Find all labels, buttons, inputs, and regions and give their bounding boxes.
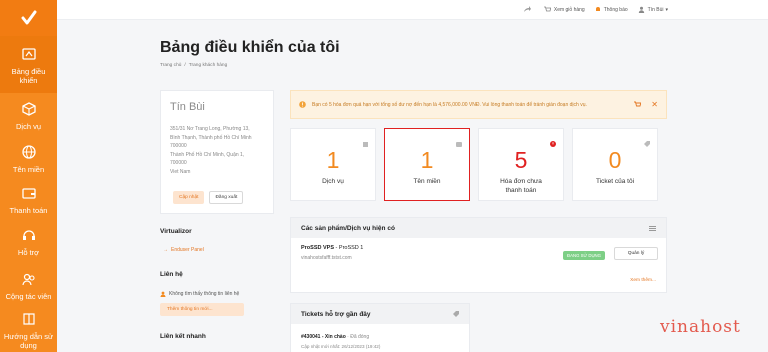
stat-tickets[interactable]: 0 Ticket của tôi — [572, 128, 658, 201]
alert-message: Bạn có 5 hóa đơn quá hạn với tổng số dư … — [312, 101, 587, 108]
cube-icon — [363, 134, 368, 152]
sidebar-item-domains[interactable]: Tên miền — [0, 137, 57, 178]
stat-domains[interactable]: 1 Tên miền — [384, 128, 470, 201]
logo-check-icon — [21, 10, 36, 25]
bell-icon — [595, 7, 600, 12]
sidebar-item-support[interactable]: Hỗ trợ — [0, 220, 57, 262]
profile-address: 351/31 Nơ Trang Long, Phường 13, Bình Th… — [170, 125, 264, 176]
stat-label: Ticket của tôi — [595, 178, 635, 185]
profile-name: Tín Bùi — [170, 101, 205, 113]
breadcrumb: Trang chủ / Trang khách hàng — [160, 63, 227, 68]
user-icon — [160, 291, 166, 297]
enduser-panel-link[interactable]: → Enduser Panel — [163, 247, 204, 253]
stat-label: Dịch vụ — [322, 178, 344, 185]
user-name: Tín Bùi — [647, 6, 664, 13]
tickets-panel: Tickets hỗ trợ gần đây #430041 - Xin chà… — [290, 303, 470, 352]
status-badge: ĐANG SỬ DỤNG — [563, 251, 605, 260]
contact-empty-text: Không tìm thấy thông tin liên hệ — [169, 291, 240, 297]
wallet-icon — [19, 183, 39, 203]
logout-button[interactable]: Đăng xuất — [209, 191, 244, 204]
sidebar-item-label: Bảng điều khiển — [11, 67, 46, 85]
logo[interactable] — [0, 0, 57, 36]
sidebar-item-partners[interactable]: Cộng tác viên — [0, 262, 57, 307]
stat-services[interactable]: 1 Dịch vụ — [290, 128, 376, 201]
address-line: 700000 — [170, 143, 187, 149]
user-menu[interactable]: Tín Bùi ▾ — [638, 6, 668, 13]
list-icon — [649, 225, 656, 231]
alert-icon — [550, 134, 556, 152]
service-product: ProSSD VPS — [301, 245, 335, 251]
services-panel: Các sản phẩm/Dịch vụ hiện có ProSSD VPS … — [290, 217, 667, 293]
dashboard-icon — [19, 44, 39, 64]
contact-title: Liên hệ — [160, 271, 183, 278]
tickets-title: Tickets hỗ trợ gần đây — [301, 310, 371, 318]
sidebar-item-label: Dịch vụ — [15, 122, 41, 131]
address-line: 700000 — [170, 160, 187, 166]
partner-icon — [19, 269, 39, 289]
box-icon — [19, 99, 39, 119]
address-line: Thành Phố Hồ Chí Minh, Quận 1, — [170, 151, 245, 158]
breadcrumb-home[interactable]: Trang chủ — [160, 63, 181, 68]
tag-icon — [453, 311, 459, 317]
virtualizor-title: Virtualizor — [160, 228, 192, 235]
ticket-id: #430041 - Xin chào — [301, 334, 346, 340]
sidebar-item-dashboard[interactable]: Bảng điều khiển — [0, 36, 57, 93]
globe-icon — [456, 134, 462, 152]
share-icon — [523, 6, 531, 12]
cart-icon — [543, 6, 551, 12]
globe-icon — [19, 142, 39, 162]
close-icon[interactable]: ✕ — [651, 100, 658, 109]
profile-card: Tín Bùi 351/31 Nơ Trang Long, Phường 13,… — [160, 90, 274, 214]
sidebar-item-guide[interactable]: Hướng dẫn sử dụng — [0, 307, 57, 352]
warning-icon — [299, 101, 306, 108]
top-bar: Xem giỏ hàng Thông báo Tín Bùi ▾ — [57, 0, 768, 20]
add-contact-button[interactable]: Thêm thông tin mới... — [160, 303, 244, 316]
user-icon — [638, 6, 644, 13]
support-icon — [19, 225, 39, 245]
notifications-label: Thông báo — [603, 6, 628, 13]
chevron-down-icon: ▾ — [665, 6, 668, 13]
manage-button[interactable]: Quản lý — [614, 247, 658, 260]
stat-unpaid-invoices[interactable]: 5 Hóa đơn chưa thanh toán — [478, 128, 564, 201]
address-line: 351/31 Nơ Trang Long, Phường 13, — [170, 126, 250, 132]
sidebar-item-services[interactable]: Dịch vụ — [0, 93, 57, 137]
watermark-logo: vinahost — [660, 317, 741, 337]
ticket-item[interactable]: #430041 - Xin chào · Đã đóng — [301, 334, 369, 340]
ticket-status: · Đã đóng — [347, 334, 370, 340]
sidebar-item-label: Hỗ trợ — [17, 248, 40, 257]
quick-links-title: Liên kết nhanh — [160, 333, 206, 340]
stat-label: Tên miền — [413, 178, 441, 185]
enduser-panel-label: Enduser Panel — [171, 247, 204, 253]
service-name: ProSSD VPS - ProSSD 1 — [301, 245, 658, 251]
sidebar-item-label: Thanh toán — [9, 206, 48, 215]
page-title: Bảng điều khiển của tôi — [160, 39, 340, 56]
sidebar-item-label: Cộng tác viên — [5, 291, 52, 301]
sidebar: Bảng điều khiển Dịch vụ Tên miền Thanh t… — [0, 0, 57, 352]
breadcrumb-separator: / — [184, 63, 186, 68]
services-title: Các sản phẩm/Dịch vụ hiện có — [301, 224, 395, 232]
sidebar-item-billing[interactable]: Thanh toán — [0, 178, 57, 220]
view-more-link[interactable]: Xem thêm... — [630, 278, 656, 283]
update-profile-button[interactable]: Cập nhật — [173, 191, 205, 204]
cart-icon[interactable] — [634, 101, 642, 108]
ticket-updated: Cập nhật mới nhất: 26/12/2023 (19:42) — [301, 344, 381, 349]
cart-label: Xem giỏ hàng — [553, 6, 585, 13]
tag-icon — [644, 134, 650, 152]
cart-link[interactable]: Xem giỏ hàng — [543, 6, 585, 13]
sidebar-item-label: Tên miền — [12, 164, 45, 174]
guide-icon — [19, 309, 39, 329]
notifications-link[interactable]: Thông báo — [595, 6, 628, 13]
sidebar-item-label: Hướng dẫn sử dụng — [3, 332, 54, 350]
address-line: Bình Thạnh, Thành phố Hồ Chí Minh — [170, 134, 252, 141]
arrow-right-icon: → — [163, 247, 168, 253]
stat-label: Hóa đơn chưa thanh toán — [500, 178, 542, 194]
share-button[interactable] — [523, 6, 534, 13]
overdue-alert: Bạn có 5 hóa đơn quá hạn với tổng số dư … — [290, 90, 667, 119]
service-plan: - ProSSD 1 — [334, 245, 364, 251]
address-line: Viet Nam — [170, 168, 191, 175]
breadcrumb-current: Trang khách hàng — [188, 63, 228, 68]
contact-empty: Không tìm thấy thông tin liên hệ — [160, 291, 239, 297]
